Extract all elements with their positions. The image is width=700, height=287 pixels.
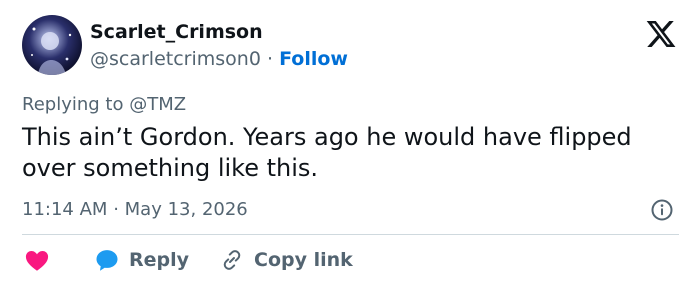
divider bbox=[22, 234, 679, 235]
info-icon[interactable] bbox=[650, 198, 674, 222]
tweet-text: This ain’t Gordon. Years ago he would ha… bbox=[22, 123, 632, 182]
x-logo-icon[interactable] bbox=[645, 18, 677, 50]
author-handle-row: @scarletcrimson0 · Follow bbox=[90, 47, 348, 71]
reply-label: Reply bbox=[129, 249, 190, 271]
avatar-image bbox=[31, 27, 72, 75]
timestamp-dot: · bbox=[113, 199, 119, 220]
like-button[interactable] bbox=[22, 246, 51, 274]
reply-button[interactable]: Reply bbox=[51, 246, 189, 274]
handle-separator: · bbox=[266, 48, 274, 70]
reply-bubble-icon bbox=[96, 250, 118, 271]
avatar[interactable] bbox=[22, 15, 82, 75]
heart-icon bbox=[25, 251, 49, 271]
tweet-date: May 13, 2026 bbox=[124, 199, 248, 220]
tweet-timestamp[interactable]: 11:14 AM · May 13, 2026 bbox=[22, 198, 248, 222]
link-icon bbox=[223, 250, 241, 270]
action-bar: Reply Copy link bbox=[22, 246, 353, 274]
follow-button[interactable]: Follow bbox=[279, 48, 348, 70]
author-handle[interactable]: @scarletcrimson0 bbox=[90, 48, 261, 70]
author-display-name[interactable]: Scarlet_Crimson bbox=[90, 20, 263, 44]
tweet-time: 11:14 AM bbox=[22, 199, 108, 220]
copy-link-label: Copy link bbox=[254, 249, 353, 271]
copy-link-button[interactable]: Copy link bbox=[189, 248, 353, 272]
replying-to: Replying to @TMZ bbox=[22, 94, 187, 115]
